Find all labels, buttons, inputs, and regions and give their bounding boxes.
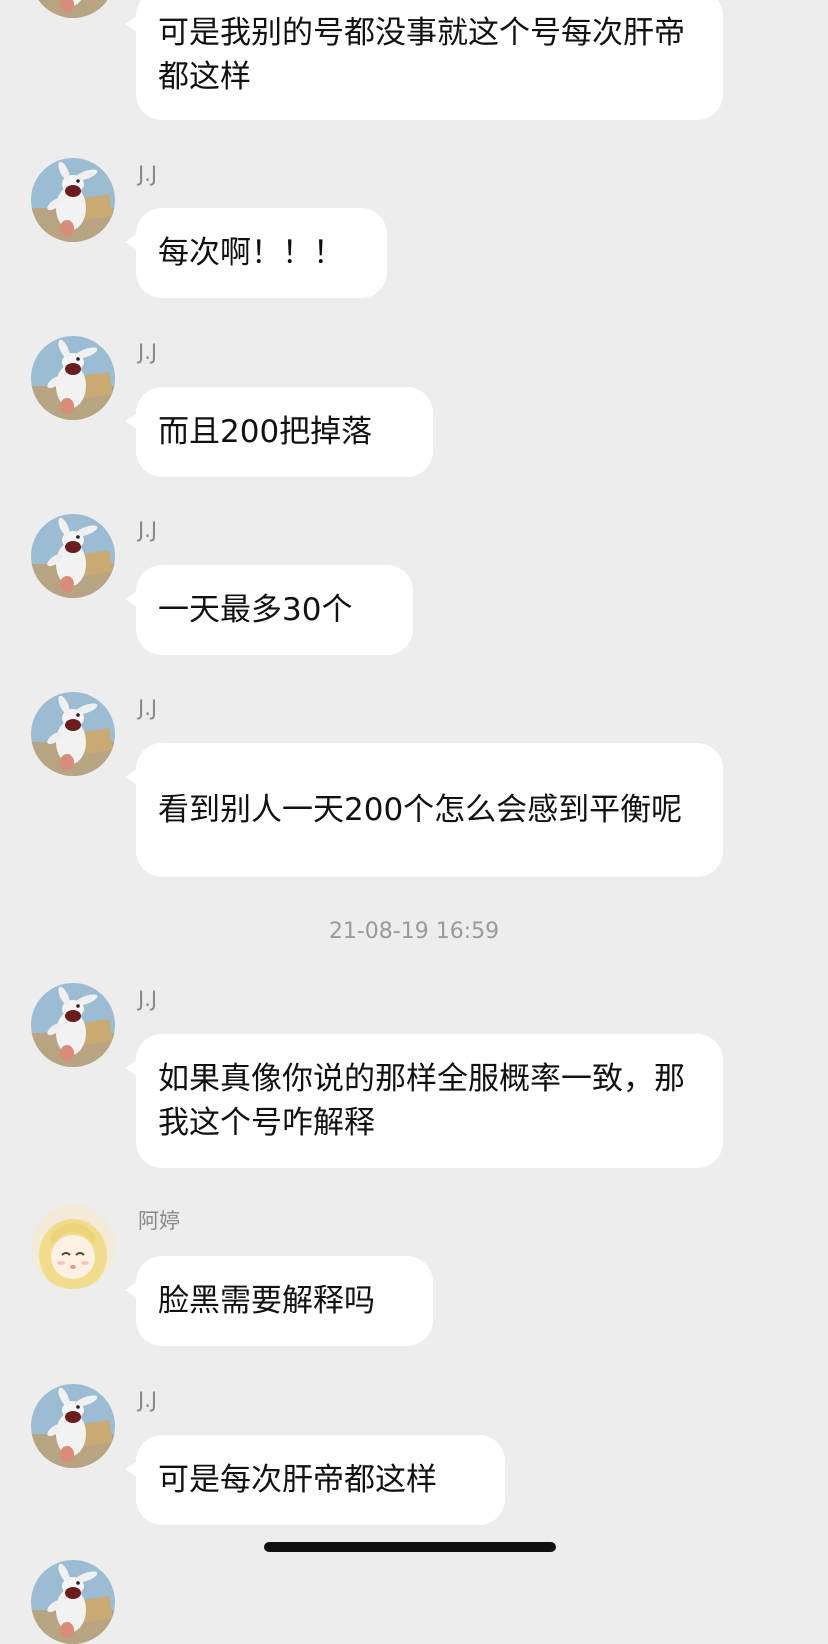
rabbit-avatar-icon[interactable] (31, 692, 115, 776)
message-bubble[interactable]: 可是每次肝帝都这样 (125, 1435, 505, 1525)
message-bubble[interactable]: 脸黑需要解释吗 (125, 1256, 433, 1346)
message-text: 每次啊！！！ (158, 235, 344, 271)
rabbit-avatar-icon[interactable] (31, 336, 115, 420)
message-bubble[interactable]: 看到别人一天200个怎么会感到平衡呢 (125, 743, 723, 877)
message-bubble[interactable]: 一天最多30个 (125, 565, 413, 655)
message-bubble[interactable]: 如果真像你说的那样全服概率一致，那我这个号咋解释 (125, 1034, 723, 1168)
message-text: 可是每次肝帝都这样 (158, 1462, 437, 1498)
message-text: 一天最多30个 (158, 592, 353, 628)
rabbit-avatar-icon[interactable] (31, 0, 115, 18)
message-bubble[interactable]: 每次啊！！！ (125, 208, 387, 298)
anime-girl-avatar-icon[interactable] (31, 1205, 115, 1289)
sender-name: J.J (138, 162, 158, 186)
message-text: 而且200把掉落 (158, 414, 373, 450)
sender-name: 阿婷 (138, 1209, 180, 1233)
sender-name: J.J (138, 987, 158, 1011)
message-text: 如果真像你说的那样全服概率一致，那我这个号咋解释 (158, 1061, 685, 1141)
rabbit-avatar-icon[interactable] (31, 1560, 115, 1644)
chat-timestamp: 21-08-19 16:59 (328, 919, 500, 944)
sender-name: J.J (138, 1388, 158, 1412)
home-indicator[interactable] (264, 1542, 556, 1552)
message-text: 脸黑需要解释吗 (158, 1283, 375, 1319)
sender-name: J.J (138, 340, 158, 364)
rabbit-avatar-icon[interactable] (31, 158, 115, 242)
message-text: 看到别人一天200个怎么会感到平衡呢 (158, 792, 683, 828)
message-bubble[interactable]: 可是我别的号都没事就这个号每次肝帝都这样 (125, 0, 723, 120)
rabbit-avatar-icon[interactable] (31, 983, 115, 1067)
sender-name: J.J (138, 696, 158, 720)
rabbit-avatar-icon[interactable] (31, 514, 115, 598)
sender-name: J.J (138, 518, 158, 542)
message-bubble[interactable]: 而且200把掉落 (125, 387, 433, 477)
message-text: 可是我别的号都没事就这个号每次肝帝都这样 (158, 15, 685, 95)
rabbit-avatar-icon[interactable] (31, 1384, 115, 1468)
